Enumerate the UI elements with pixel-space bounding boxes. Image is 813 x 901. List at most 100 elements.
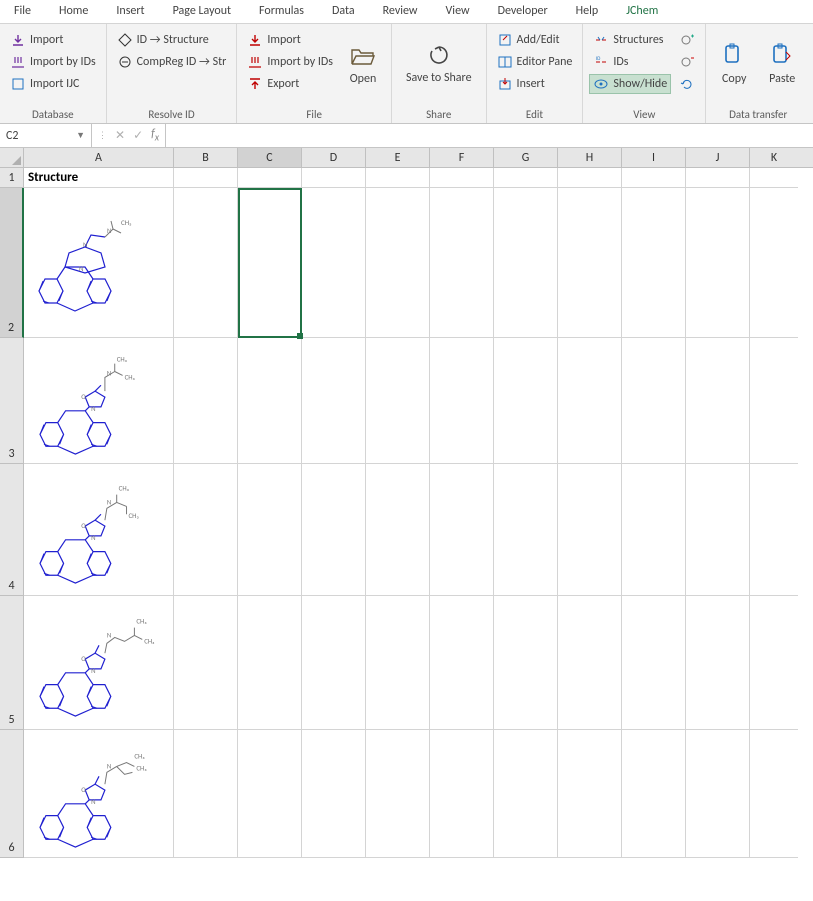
db-import-by-ids-button[interactable]: Import by IDs [6, 52, 100, 72]
cell-A2[interactable]: NN CH₃ N [24, 188, 174, 338]
cell-A3[interactable]: NO CH₃CH₃ N [24, 338, 174, 464]
cell-B1[interactable] [174, 168, 238, 188]
cell-H3[interactable] [558, 338, 622, 464]
menu-file[interactable]: File [0, 0, 45, 23]
col-header-C[interactable]: C [238, 148, 302, 167]
view-ids-button[interactable]: ID IDs [589, 52, 671, 72]
cell-E1[interactable] [366, 168, 430, 188]
col-header-F[interactable]: F [430, 148, 494, 167]
cell-I1[interactable] [622, 168, 686, 188]
menu-home[interactable]: Home [45, 0, 102, 23]
menu-page-layout[interactable]: Page Layout [159, 0, 245, 23]
cell-I2[interactable] [622, 188, 686, 338]
cell-D5[interactable] [302, 596, 366, 730]
id-to-structure-button[interactable]: ID → Structure [113, 30, 231, 50]
formula-dropdown-icon[interactable]: ⋮ [98, 130, 107, 141]
cell-G2[interactable] [494, 188, 558, 338]
view-structures-button[interactable]: Structures [589, 30, 671, 50]
cell-E6[interactable] [366, 730, 430, 858]
col-header-J[interactable]: J [686, 148, 750, 167]
row-header-3[interactable]: 3 [0, 338, 24, 464]
name-box-dropdown-icon[interactable]: ▼ [76, 130, 85, 141]
cell-A6[interactable]: NO CH₃CH₃ N [24, 730, 174, 858]
cell-C5[interactable] [238, 596, 302, 730]
cell-E2[interactable] [366, 188, 430, 338]
editor-pane-button[interactable]: Editor Pane [493, 52, 577, 72]
cell-B6[interactable] [174, 730, 238, 858]
cell-D1[interactable] [302, 168, 366, 188]
cell-K4[interactable] [750, 464, 798, 596]
select-all-corner[interactable] [0, 148, 24, 167]
col-header-H[interactable]: H [558, 148, 622, 167]
cell-F5[interactable] [430, 596, 494, 730]
menu-formulas[interactable]: Formulas [245, 0, 318, 23]
cell-K6[interactable] [750, 730, 798, 858]
cell-G1[interactable] [494, 168, 558, 188]
cell-G3[interactable] [494, 338, 558, 464]
cell-C4[interactable] [238, 464, 302, 596]
cell-F6[interactable] [430, 730, 494, 858]
col-header-G[interactable]: G [494, 148, 558, 167]
cell-C3[interactable] [238, 338, 302, 464]
cell-I3[interactable] [622, 338, 686, 464]
cell-J6[interactable] [686, 730, 750, 858]
col-header-I[interactable]: I [622, 148, 686, 167]
menu-data[interactable]: Data [318, 0, 369, 23]
cells-area[interactable]: Structure NN CH₃ N NO CH₃CH₃ N [24, 168, 813, 858]
cell-K1[interactable] [750, 168, 798, 188]
cell-D4[interactable] [302, 464, 366, 596]
cell-I5[interactable] [622, 596, 686, 730]
cell-I4[interactable] [622, 464, 686, 596]
open-button[interactable]: Open [341, 26, 385, 102]
cell-K3[interactable] [750, 338, 798, 464]
col-header-K[interactable]: K [750, 148, 798, 167]
cell-G4[interactable] [494, 464, 558, 596]
cell-H6[interactable] [558, 730, 622, 858]
cancel-icon[interactable]: ✕ [115, 128, 125, 143]
cell-E3[interactable] [366, 338, 430, 464]
cell-H4[interactable] [558, 464, 622, 596]
compreg-id-button[interactable]: CompReg ID → Str [113, 52, 231, 72]
menu-insert[interactable]: Insert [102, 0, 158, 23]
cell-H1[interactable] [558, 168, 622, 188]
add-edit-button[interactable]: Add/Edit [493, 30, 577, 50]
name-box[interactable]: C2 ▼ [0, 124, 92, 147]
menu-help[interactable]: Help [562, 0, 613, 23]
cell-K5[interactable] [750, 596, 798, 730]
cell-E4[interactable] [366, 464, 430, 596]
cell-I6[interactable] [622, 730, 686, 858]
cell-D2[interactable] [302, 188, 366, 338]
cell-G6[interactable] [494, 730, 558, 858]
cell-J3[interactable] [686, 338, 750, 464]
db-import-ijc-button[interactable]: Import IJC [6, 74, 100, 94]
row-header-1[interactable]: 1 [0, 168, 24, 188]
cell-G5[interactable] [494, 596, 558, 730]
fx-icon[interactable]: fx [151, 127, 159, 143]
file-export-button[interactable]: Export [243, 74, 337, 94]
row-header-2[interactable]: 2 [0, 188, 24, 338]
cell-C1[interactable] [238, 168, 302, 188]
cell-D3[interactable] [302, 338, 366, 464]
cell-C6[interactable] [238, 730, 302, 858]
cell-H2[interactable] [558, 188, 622, 338]
cell-J4[interactable] [686, 464, 750, 596]
paste-button[interactable]: Paste [760, 26, 804, 102]
col-header-E[interactable]: E [366, 148, 430, 167]
insert-button[interactable]: Insert [493, 74, 577, 94]
menu-jchem[interactable]: JChem [612, 0, 672, 23]
cell-B2[interactable] [174, 188, 238, 338]
file-import-button[interactable]: Import [243, 30, 337, 50]
accept-icon[interactable]: ✓ [133, 128, 143, 143]
cell-E5[interactable] [366, 596, 430, 730]
col-header-D[interactable]: D [302, 148, 366, 167]
view-opt2-button[interactable] [675, 52, 699, 72]
view-opt1-button[interactable] [675, 30, 699, 50]
copy-button[interactable]: Copy [712, 26, 756, 102]
cell-C2[interactable] [238, 188, 302, 338]
cell-J5[interactable] [686, 596, 750, 730]
cell-A1[interactable]: Structure [24, 168, 174, 188]
cell-F1[interactable] [430, 168, 494, 188]
cell-A4[interactable]: NO CH₃CH₃ N [24, 464, 174, 596]
menu-review[interactable]: Review [369, 0, 432, 23]
view-refresh-button[interactable] [675, 74, 699, 94]
